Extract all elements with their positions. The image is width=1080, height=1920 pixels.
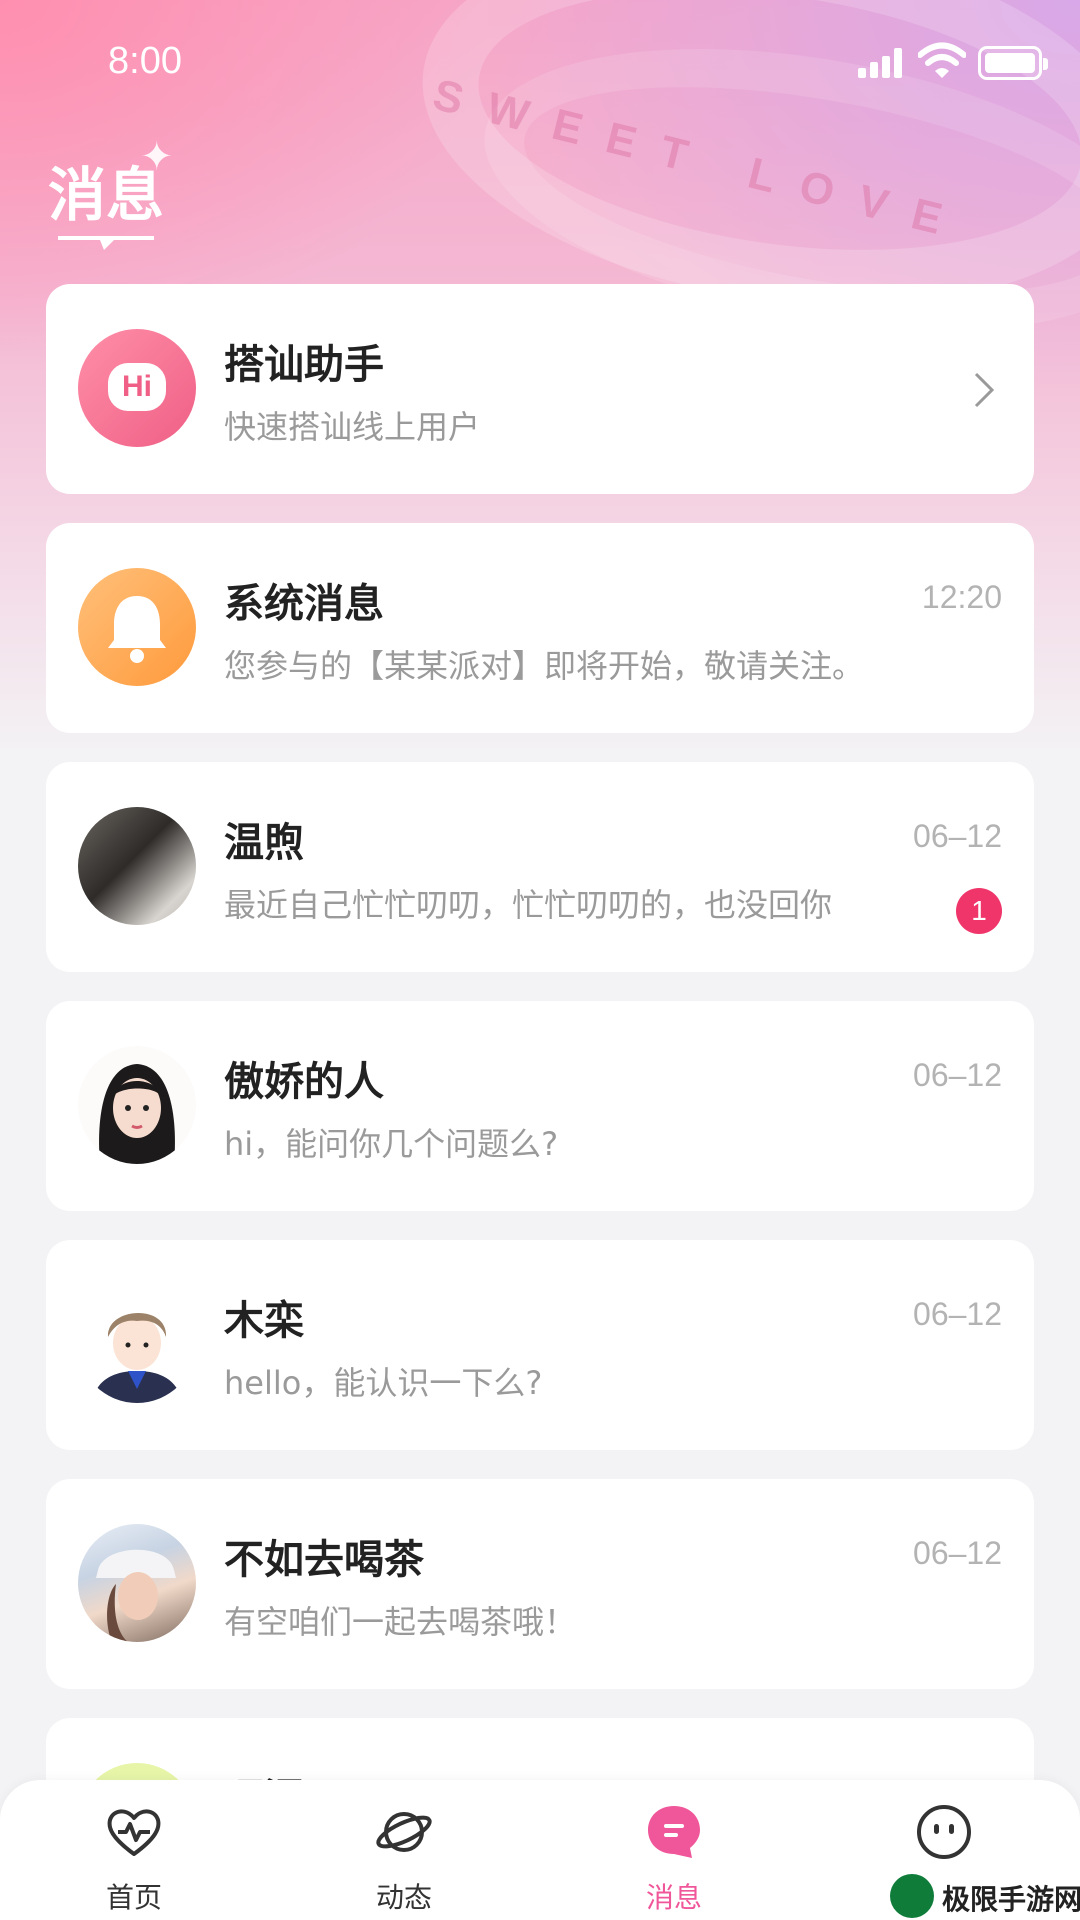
conversation-name: 温煦: [224, 820, 304, 866]
tab-label: 消息: [645, 1881, 702, 1914]
assistant-card[interactable]: Hi 搭讪助手 快速搭讪线上用户: [46, 284, 1034, 494]
conversation-name: 系统消息: [224, 581, 384, 627]
conversation-preview: 您参与的【某某派对】即将开始，敬请关注。: [224, 647, 865, 685]
hi-bubble-icon: Hi: [108, 363, 166, 411]
message-bubble-icon: [648, 1806, 700, 1858]
planet-icon: [376, 1812, 432, 1852]
signal-icon: [858, 48, 906, 78]
status-bar: 8:00: [0, 0, 1080, 130]
conversation-time: 06–12: [913, 1296, 1002, 1332]
bell-icon: [108, 596, 166, 663]
conversation-preview: hi，能问你几个问题么?: [224, 1125, 559, 1163]
watermark-logo-icon: [890, 1874, 934, 1918]
tab-label: 首页: [105, 1881, 162, 1914]
unread-badge: 1: [956, 888, 1002, 934]
user-avatar: [78, 1046, 196, 1164]
conversation-item[interactable]: 温煦 最近自己忙忙叨叨，忙忙叨叨的，也没回你 06–12 1: [46, 762, 1034, 972]
conversation-preview: 有空咱们一起去喝茶哦！: [224, 1603, 577, 1641]
user-avatar: [78, 1285, 196, 1403]
status-time: 8:00: [108, 40, 182, 82]
chevron-right-icon: [974, 372, 995, 408]
conversation-name: 傲娇的人: [224, 1059, 384, 1105]
girl-illustration-icon: [99, 1064, 175, 1164]
conversation-preview: 最近自己忙忙叨叨，忙忙叨叨的，也没回你: [224, 886, 833, 924]
assistant-subtitle: 快速搭讪线上用户: [224, 408, 481, 446]
sparkle-icon: ✦: [140, 134, 174, 180]
conversation-name: 不如去喝茶: [224, 1537, 424, 1583]
tab-feed[interactable]: 动态: [314, 1780, 494, 1920]
conversation-time: 06–12: [913, 818, 1002, 854]
tab-label: 动态: [375, 1881, 432, 1914]
conversation-time: 06–12: [913, 1535, 1002, 1571]
conversation-name: 木栾: [224, 1298, 304, 1344]
tab-home[interactable]: 首页: [44, 1780, 224, 1920]
assistant-name: 搭讪助手: [224, 342, 384, 388]
conversation-item[interactable]: 系统消息 您参与的【某某派对】即将开始，敬请关注。 12:20: [46, 523, 1034, 733]
user-avatar: [78, 1524, 196, 1642]
wifi-icon: [918, 42, 966, 78]
conversation-time: 06–12: [913, 1057, 1002, 1093]
assistant-avatar: Hi: [78, 329, 196, 447]
user-avatar: [78, 807, 196, 925]
watermark-text: 极限手游网: [942, 1883, 1080, 1916]
conversation-item[interactable]: 木栾 hello，能认识一下么? 06–12: [46, 1240, 1034, 1450]
smiley-face-icon: [917, 1805, 971, 1859]
heart-pulse-icon: [107, 1809, 161, 1856]
conversation-item[interactable]: 不如去喝茶 有空咱们一起去喝茶哦！ 06–12: [46, 1479, 1034, 1689]
tab-messages[interactable]: 消息: [584, 1780, 764, 1920]
battery-icon: [978, 46, 1048, 80]
conversation-time: 12:20: [921, 579, 1002, 615]
system-avatar: [78, 568, 196, 686]
conversation-preview: hello，能认识一下么?: [224, 1364, 543, 1402]
title-underline: [58, 236, 154, 250]
boy-illustration-icon: [92, 1312, 182, 1403]
conversation-item[interactable]: 傲娇的人 hi，能问你几个问题么? 06–12: [46, 1001, 1034, 1211]
photo-avatar-icon: [96, 1549, 176, 1642]
